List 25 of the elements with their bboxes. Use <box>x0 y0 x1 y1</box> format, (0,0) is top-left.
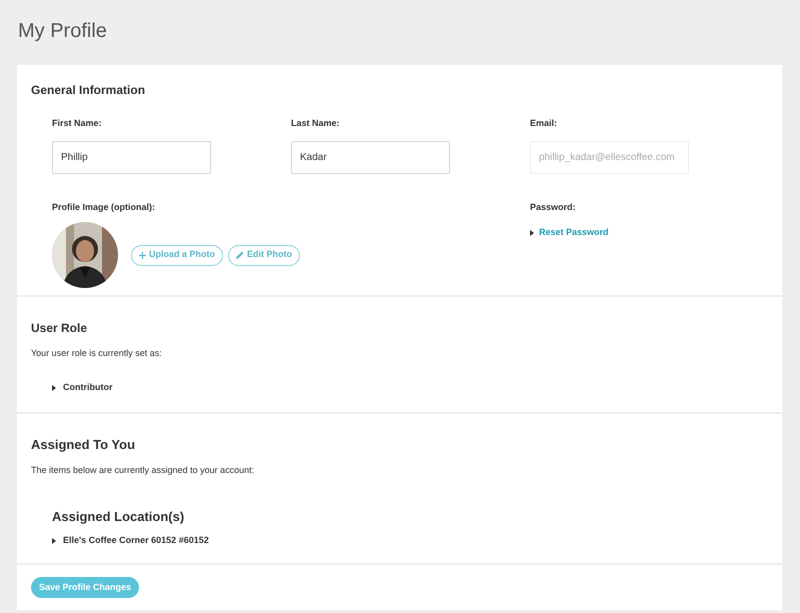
field-label: Email: <box>530 117 558 130</box>
section-heading: Assigned To You <box>31 436 136 454</box>
section-heading: General Information <box>31 82 146 99</box>
reset-password-link[interactable]: Reset Password <box>539 226 609 240</box>
section-description: The items below are currently assigned to your account: <box>31 464 254 477</box>
pencil-icon <box>236 251 244 259</box>
caret-icon <box>52 384 56 391</box>
section-description: Your user role is currently set as: <box>31 347 162 360</box>
plus-icon <box>139 252 146 258</box>
upload-photo-button[interactable]: Upload a Photo <box>131 244 223 266</box>
location-item: Elle's Coffee Corner 60152 #60152 <box>63 534 209 547</box>
field-label: Password: <box>530 201 576 214</box>
field-label: Last Name: <box>291 117 340 130</box>
role-item: Contributor <box>63 381 112 394</box>
caret-icon <box>52 538 56 544</box>
field-label: First Name: <box>52 117 102 130</box>
section-heading: User Role <box>31 320 88 337</box>
page-title: My Profile <box>18 19 107 44</box>
subsection-heading: Assigned Location(s) <box>52 508 184 526</box>
edit-photo-button[interactable]: Edit Photo <box>228 244 300 266</box>
field-label: Profile Image (optional): <box>52 201 156 214</box>
save-profile-button[interactable]: Save Profile Changes <box>31 577 140 598</box>
text-field[interactable]: Phillip <box>52 141 211 174</box>
text-field[interactable]: Kadar <box>291 141 450 174</box>
caret-icon <box>530 230 534 236</box>
